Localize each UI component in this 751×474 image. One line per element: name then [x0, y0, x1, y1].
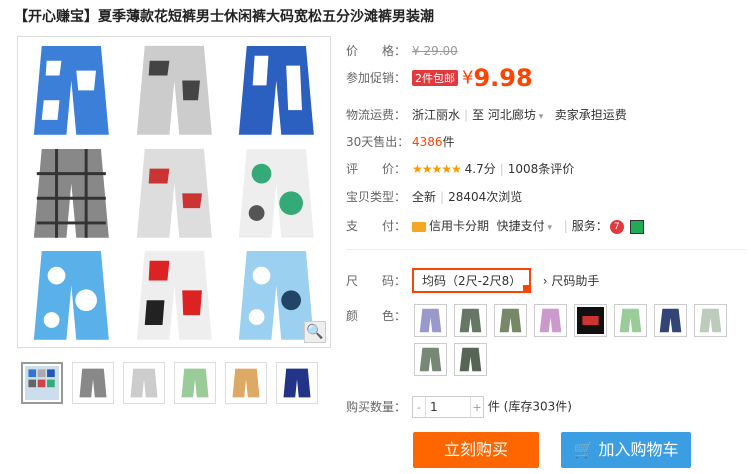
color-swatch-5[interactable] [574, 304, 607, 337]
size-label: 尺 码： [346, 274, 407, 288]
service-label: 服务： [571, 219, 608, 233]
main-product-image[interactable]: 🔍 [17, 36, 331, 348]
promo-tag: 2件包邮 [412, 70, 458, 86]
color-swatch-7[interactable] [654, 304, 687, 337]
promo-price: 9.98 [473, 64, 533, 92]
stock-text: 件 (库存303件) [487, 399, 572, 414]
promo-row: 参加促销： 2件包邮 ¥9.98 [346, 64, 533, 92]
thumbnail-2[interactable] [72, 362, 114, 404]
item-condition: 全新 [412, 190, 437, 204]
quantity-label: 购买数量： [346, 399, 407, 414]
magnifier-icon[interactable]: 🔍 [304, 321, 326, 343]
shorts-image-plaid [22, 144, 121, 243]
thumbnail-strip [21, 362, 318, 404]
color-swatch-6[interactable] [614, 304, 647, 337]
promo-label: 参加促销： [346, 70, 407, 85]
quantity-stepper[interactable]: -1 + [412, 396, 484, 418]
guarantee-icon[interactable] [629, 219, 644, 234]
size-option-selected[interactable]: 均码（2尺-2尺8） [412, 268, 532, 293]
add-to-cart-button[interactable]: 🛒 加入购物车 [561, 432, 691, 468]
chevron-down-icon[interactable]: ▾ [545, 223, 553, 233]
shipping-label: 物流运费： [346, 108, 407, 122]
thumbnail-5[interactable] [225, 362, 267, 404]
ship-to-prefix: 至 [472, 108, 485, 122]
product-title: 【开心赚宝】夏季薄款花短裤男士休闲裤大码宽松五分沙滩裤男装潮 [14, 9, 434, 25]
divider [346, 249, 746, 250]
promo-currency: ¥ [462, 67, 474, 89]
size-row: 尺 码： 均码（2尺-2尺8） › 尺码助手 [346, 268, 599, 293]
add-to-cart-label: 加入购物车 [598, 440, 679, 459]
star-icon: ★★★★★ [412, 162, 462, 176]
sales-label: 30天售出： [346, 135, 410, 149]
price-row: 价 格： ¥ 29.00 [346, 42, 458, 59]
color-swatch-10[interactable] [454, 343, 487, 376]
thumbnail-1[interactable] [21, 362, 63, 404]
shorts-image-grey-print [125, 41, 224, 140]
item-type-row: 宝贝类型： 全新 | 28404次浏览 [346, 190, 523, 204]
ship-from: 浙江丽水 [412, 108, 461, 122]
rating-row: 评 价： ★★★★★ 4.7分 | 1008条评价 [346, 162, 575, 176]
credit-card-icon [412, 221, 426, 232]
thumbnail-6[interactable] [276, 362, 318, 404]
quantity-increase-button[interactable]: + [471, 401, 483, 414]
color-swatch-4[interactable] [534, 304, 567, 337]
quick-pay[interactable]: 快捷支付 [497, 219, 545, 233]
color-swatch-3[interactable] [494, 304, 527, 337]
sales-unit: 件 [442, 135, 455, 149]
thumbnail-4[interactable] [174, 362, 216, 404]
quantity-input[interactable]: 1 [425, 397, 471, 417]
ship-to[interactable]: 河北廊坊 [488, 108, 536, 122]
shorts-image-grey-letters [125, 144, 224, 243]
color-swatch-1[interactable] [414, 304, 447, 337]
original-price: ¥ 29.00 [412, 44, 458, 58]
shorts-image-green-floral [227, 144, 326, 243]
color-row: 颜 色： [346, 307, 412, 324]
quantity-decrease-button[interactable]: - [413, 401, 425, 414]
color-swatch-8[interactable] [694, 304, 727, 337]
sales-row: 30天售出： 4386件 [346, 133, 455, 150]
product-collage [22, 41, 326, 343]
view-count: 28404次浏览 [448, 190, 523, 204]
shorts-image-red-letters [125, 246, 224, 345]
seven-day-return-icon[interactable]: 7 [609, 219, 624, 234]
size-option-text: 均码（2尺-2尺8） [422, 274, 522, 288]
rating-label: 评 价： [346, 162, 407, 176]
payment-row: 支 付： 信用卡分期 快捷支付 ▾ | 服务： 7 [346, 217, 644, 234]
color-label: 颜 色： [346, 309, 407, 323]
color-swatches [414, 304, 734, 376]
quantity-row: 购买数量： -1 + 件 (库存303件) [346, 396, 572, 418]
shorts-image-blue-print [22, 41, 121, 140]
size-helper-link[interactable]: › 尺码助手 [543, 274, 600, 288]
color-swatch-9[interactable] [414, 343, 447, 376]
chevron-down-icon[interactable]: ▾ [536, 112, 544, 122]
price-label: 价 格： [346, 44, 407, 58]
shipping-fee: 卖家承担运费 [554, 108, 627, 122]
item-type-label: 宝贝类型： [346, 190, 407, 204]
payment-label: 支 付： [346, 219, 407, 233]
selected-check-icon [523, 285, 532, 293]
shipping-row: 物流运费： 浙江丽水 | 至 河北廊坊 ▾ 卖家承担运费 [346, 108, 627, 122]
shorts-image-sky-floral [22, 246, 121, 345]
color-swatch-2[interactable] [454, 304, 487, 337]
credit-installment[interactable]: 信用卡分期 [429, 219, 489, 233]
buy-now-button[interactable]: 立刻购买 [413, 432, 539, 468]
review-count-link[interactable]: 1008条评价 [508, 162, 575, 176]
shorts-image-blue-letters [227, 41, 326, 140]
rating-score: 4.7分 [464, 162, 496, 176]
thumbnail-3[interactable] [123, 362, 165, 404]
cart-icon: 🛒 [573, 440, 594, 459]
sales-count: 4386 [412, 135, 443, 149]
